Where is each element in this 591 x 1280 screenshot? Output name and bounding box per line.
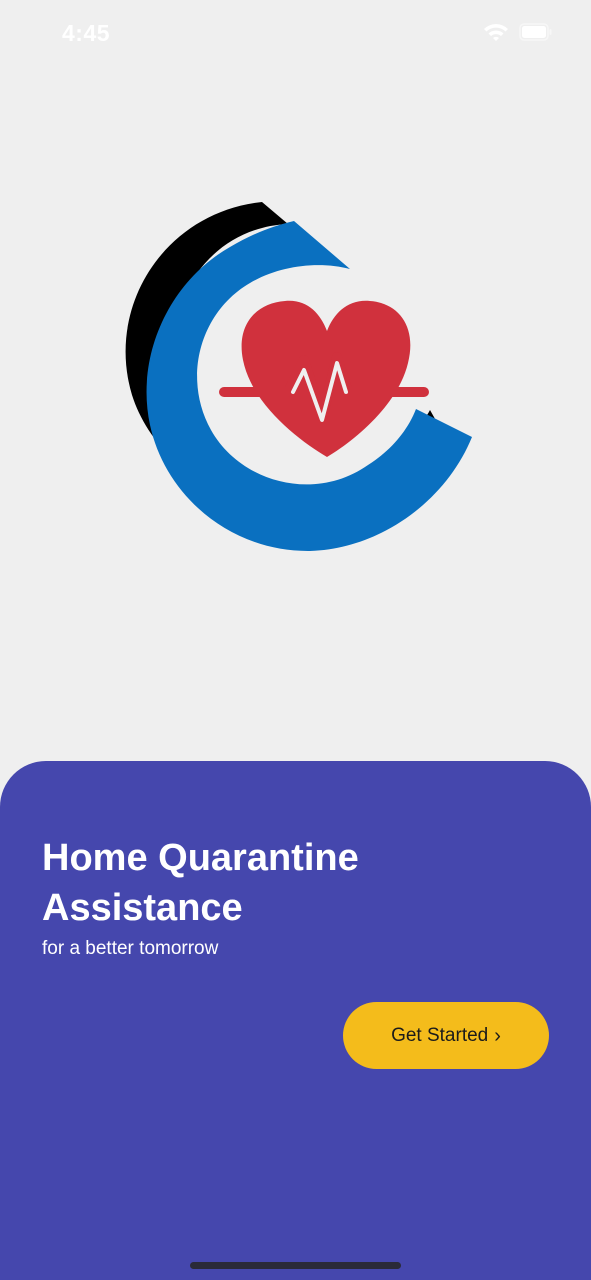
home-indicator	[190, 1262, 401, 1269]
status-bar: 4:45	[0, 0, 591, 70]
status-time: 4:45	[62, 20, 111, 46]
logo-heart	[241, 300, 411, 457]
get-started-label: Get Started	[391, 1024, 489, 1046]
status-icons	[483, 22, 553, 42]
wifi-icon	[484, 24, 508, 41]
page-subtitle: for a better tomorrow	[42, 938, 219, 959]
heart-pulse-logo	[125, 202, 472, 552]
chevron-right-icon: ›	[494, 1024, 501, 1047]
page-title: Home Quarantine Assistance	[42, 837, 359, 929]
battery-icon	[519, 23, 552, 41]
get-started-button[interactable]: Get Started ›	[343, 1002, 549, 1069]
